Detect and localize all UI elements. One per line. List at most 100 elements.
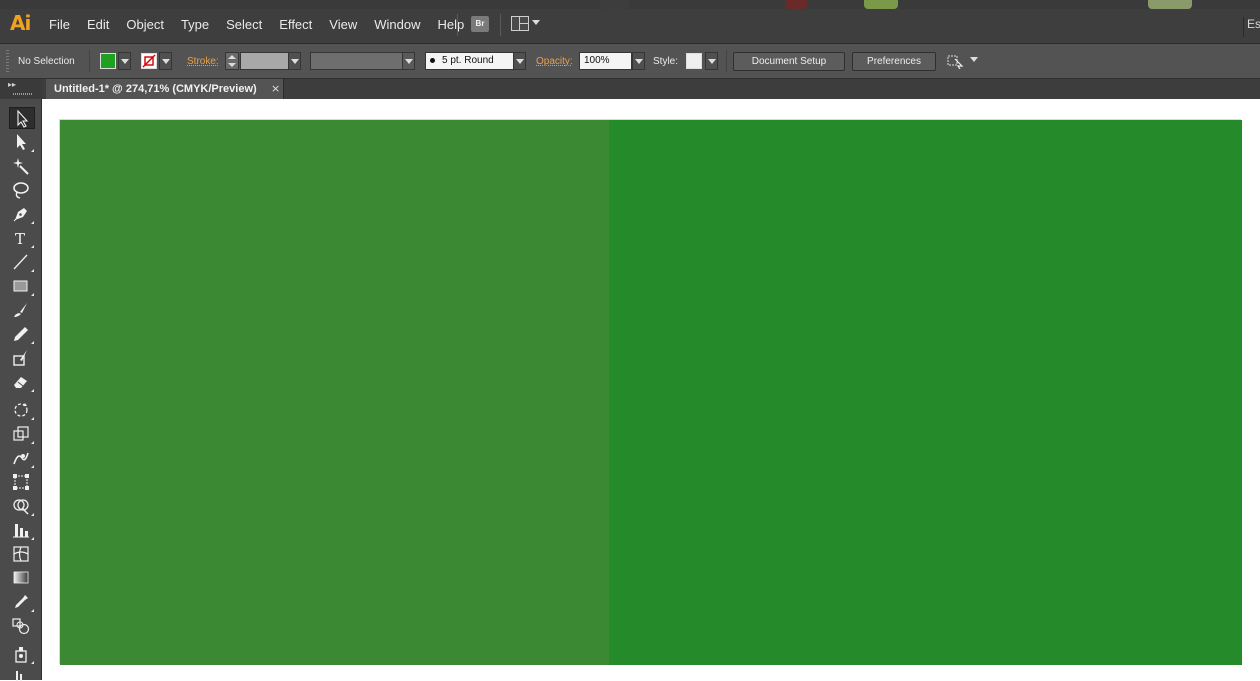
stroke-label[interactable]: Stroke: xyxy=(187,56,219,67)
symbol-sprayer-tool[interactable] xyxy=(9,643,35,665)
eraser-tool[interactable] xyxy=(9,371,35,393)
opacity-field[interactable]: 100% xyxy=(579,52,632,70)
gradient-tool[interactable] xyxy=(9,567,35,589)
selection-arrow-icon xyxy=(17,110,29,128)
window-top-strip xyxy=(0,0,1260,9)
graph-tool[interactable] xyxy=(9,519,35,541)
shape-builder-tool[interactable] xyxy=(9,495,35,517)
isolate-selected-object-button[interactable] xyxy=(947,53,965,70)
free-transform-icon xyxy=(13,474,29,490)
stroke-weight-stepper[interactable] xyxy=(225,52,239,70)
menu-separator xyxy=(500,14,501,36)
left-green-rectangle[interactable] xyxy=(60,120,609,665)
warp-tool[interactable] xyxy=(9,447,35,469)
brush-dropdown[interactable] xyxy=(513,52,526,70)
blend-tool[interactable] xyxy=(9,615,35,637)
menu-select[interactable]: Select xyxy=(226,17,262,32)
menu-object[interactable]: Object xyxy=(126,17,164,32)
rectangle-tool[interactable] xyxy=(9,275,35,297)
collapse-panel-icon[interactable]: ▸▸ xyxy=(8,80,16,89)
mesh-tool[interactable] xyxy=(9,543,35,565)
rotate-tool[interactable] xyxy=(9,399,35,421)
menu-help[interactable]: Help xyxy=(437,17,464,32)
pen-tool[interactable] xyxy=(9,203,35,225)
menu-type[interactable]: Type xyxy=(181,17,209,32)
magic-wand-tool[interactable] xyxy=(9,155,35,177)
right-green-rectangle[interactable] xyxy=(609,120,1242,665)
magic-wand-icon xyxy=(13,158,29,175)
workspace-switcher[interactable]: Ess xyxy=(1243,17,1260,37)
arrange-documents-icon xyxy=(511,16,529,31)
stroke-weight-dropdown[interactable] xyxy=(288,52,301,70)
style-label: Style: xyxy=(653,56,679,67)
eyedropper-icon xyxy=(15,595,28,608)
lasso-icon xyxy=(13,182,29,199)
menu-bar: Ai File Edit Object Type Select Effect V… xyxy=(0,0,1260,44)
eraser-icon xyxy=(14,377,27,388)
menu-window[interactable]: Window xyxy=(374,17,420,32)
main-menu: File Edit Object Type Select Effect View… xyxy=(49,17,481,32)
brush-dot-icon xyxy=(430,57,435,63)
menu-file[interactable]: File xyxy=(49,17,70,32)
menu-effect[interactable]: Effect xyxy=(279,17,312,32)
stroke-swatch[interactable] xyxy=(141,53,157,69)
symbol-sprayer-icon xyxy=(15,647,27,663)
fill-dropdown[interactable] xyxy=(118,52,131,70)
close-icon[interactable]: × xyxy=(271,82,280,95)
type-tool[interactable]: T xyxy=(9,227,35,249)
document-tab-title: Untitled-1* @ 274,71% (CMYK/Preview) xyxy=(54,83,257,95)
control-bar-grip[interactable] xyxy=(6,50,9,72)
gradient-icon xyxy=(13,571,29,584)
control-bar: No Selection Stroke: 5 pt. Round Opacity… xyxy=(0,44,1260,79)
free-transform-tool[interactable] xyxy=(9,471,35,493)
none-stroke-icon xyxy=(142,54,156,68)
arrange-documents-button[interactable] xyxy=(511,16,541,32)
tools-panel: ▸▸ T xyxy=(0,79,42,681)
opacity-label[interactable]: Opacity: xyxy=(536,56,573,67)
tools-panel-header[interactable]: ▸▸ xyxy=(0,79,42,99)
graphic-style-dropdown[interactable] xyxy=(705,52,718,70)
variable-width-profile[interactable] xyxy=(310,52,403,70)
line-segment-tool[interactable] xyxy=(9,251,35,273)
warp-icon xyxy=(13,452,29,465)
blend-icon xyxy=(12,618,30,635)
blob-brush-tool[interactable] xyxy=(9,347,35,369)
preferences-button[interactable]: Preferences xyxy=(852,52,936,71)
direct-selection-tool[interactable] xyxy=(9,131,35,153)
panel-grip xyxy=(13,93,33,95)
chevron-down-icon xyxy=(532,20,540,25)
artboard[interactable] xyxy=(59,119,1242,665)
paintbrush-tool[interactable] xyxy=(9,299,35,321)
app-logo: Ai xyxy=(10,11,31,35)
menu-separator xyxy=(457,14,458,36)
pencil-tool[interactable] xyxy=(9,323,35,345)
line-segment-icon xyxy=(13,254,28,270)
variable-width-dropdown[interactable] xyxy=(402,52,415,70)
document-tab[interactable]: Untitled-1* @ 274,71% (CMYK/Preview) × xyxy=(46,79,284,99)
isolate-icon xyxy=(947,55,964,70)
chevron-down-icon[interactable] xyxy=(970,57,978,62)
graph-icon xyxy=(13,524,29,538)
document-setup-button[interactable]: Document Setup xyxy=(733,52,845,71)
lasso-tool[interactable] xyxy=(9,179,35,201)
selection-status: No Selection xyxy=(18,56,75,67)
svg-text:T: T xyxy=(15,230,25,247)
stroke-dropdown[interactable] xyxy=(159,52,172,70)
column-graph-tool[interactable] xyxy=(9,667,35,681)
brush-definition-field[interactable]: 5 pt. Round xyxy=(425,52,514,70)
eyedropper-tool[interactable] xyxy=(9,591,35,613)
menu-edit[interactable]: Edit xyxy=(87,17,109,32)
mesh-icon xyxy=(13,546,29,562)
stroke-weight-field[interactable] xyxy=(240,52,289,70)
scale-tool[interactable] xyxy=(9,423,35,445)
rectangle-icon xyxy=(13,280,28,292)
selection-tool[interactable] xyxy=(9,107,35,129)
brush-definition-label: 5 pt. Round xyxy=(442,55,494,66)
opacity-dropdown[interactable] xyxy=(632,52,645,70)
menu-view[interactable]: View xyxy=(329,17,357,32)
direct-selection-icon xyxy=(17,134,26,150)
type-icon: T xyxy=(15,230,25,247)
fill-swatch[interactable] xyxy=(100,53,116,69)
bridge-button[interactable]: Br xyxy=(471,16,489,32)
graphic-style-swatch[interactable] xyxy=(686,53,702,69)
